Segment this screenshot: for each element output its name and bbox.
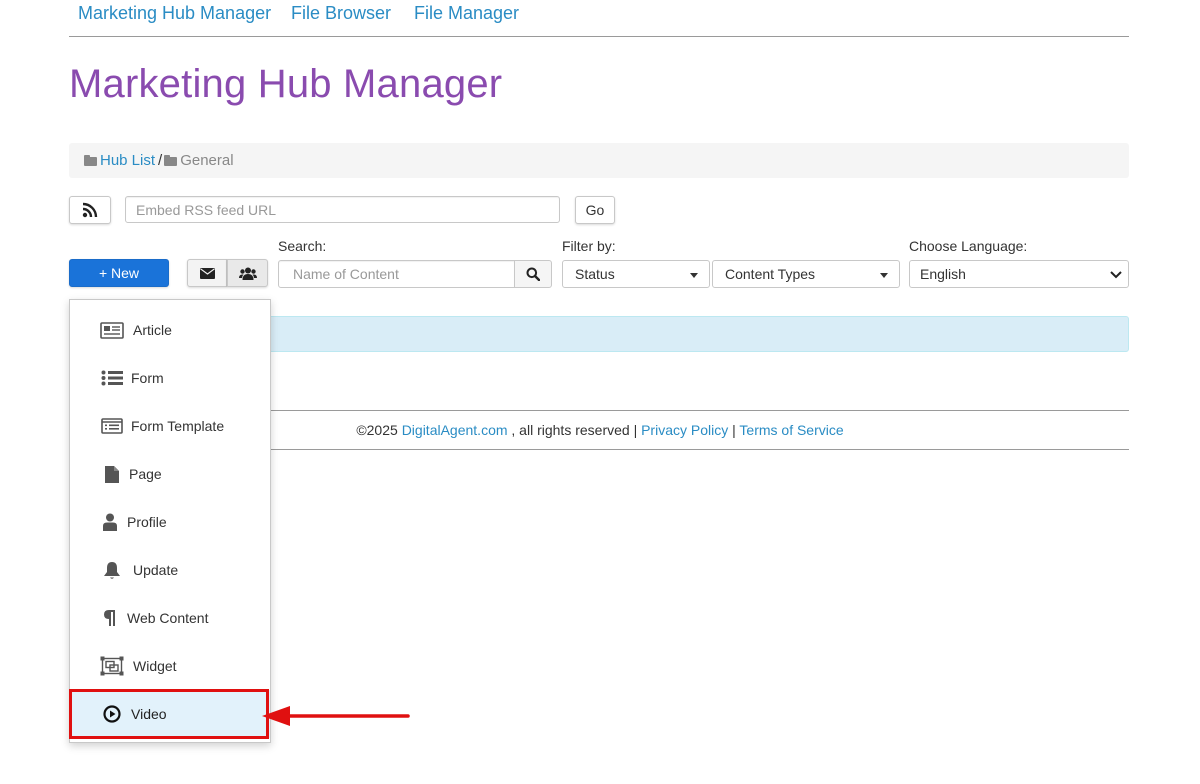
menu-item-page[interactable]: Page (70, 450, 270, 498)
go-button[interactable]: Go (575, 196, 615, 224)
breadcrumb-hub-list[interactable]: Hub List (100, 152, 155, 169)
rss-url-input[interactable]: Embed RSS feed URL (125, 196, 560, 223)
status-select-value: Status (575, 266, 615, 282)
menu-item-form-template[interactable]: Form Template (70, 402, 270, 450)
caret-down-icon (690, 273, 698, 278)
filter-label: Filter by: (562, 238, 616, 254)
folder-icon (164, 155, 178, 166)
folder-icon (84, 155, 97, 166)
breadcrumb-separator: / (158, 152, 163, 169)
language-select-value: English (920, 266, 966, 282)
menu-item-update[interactable]: Update (70, 546, 270, 594)
footer-separator: | (732, 422, 736, 438)
search-input[interactable]: Name of Content (278, 260, 515, 288)
menu-item-label: Form (131, 370, 164, 386)
menu-item-label: Form Template (131, 418, 225, 434)
menu-item-label: Profile (127, 514, 167, 530)
rss-icon (82, 202, 98, 218)
annotation-arrow-icon (262, 706, 410, 726)
nav-link-marketing-hub-manager[interactable]: Marketing Hub Manager (78, 3, 271, 24)
menu-item-label: Widget (133, 658, 177, 674)
annotation-highlight-box (69, 689, 269, 739)
language-select[interactable]: English (909, 260, 1129, 288)
page-title: Marketing Hub Manager (69, 62, 503, 106)
groups-button[interactable] (227, 259, 268, 287)
menu-item-label: Update (133, 562, 179, 578)
menu-item-widget[interactable]: Widget (70, 642, 270, 690)
terms-of-service-link[interactable]: Terms of Service (739, 422, 843, 438)
top-nav: Marketing Hub Manager File Browser File … (69, 0, 1129, 37)
bell-icon (104, 561, 120, 579)
new-button[interactable]: + New (69, 259, 169, 287)
privacy-policy-link[interactable]: Privacy Policy (641, 422, 728, 438)
menu-item-form[interactable]: Form (70, 354, 270, 402)
envelope-icon (199, 267, 215, 279)
chevron-down-icon (1110, 271, 1122, 279)
list-icon (101, 370, 123, 386)
footer-rights: , all rights reserved | (511, 422, 638, 438)
search-button[interactable] (514, 260, 552, 288)
object-group-icon (100, 656, 124, 676)
breadcrumb: Hub List / General (69, 143, 1129, 178)
menu-item-article[interactable]: Article (70, 306, 270, 354)
status-select[interactable]: Status (562, 260, 710, 288)
rss-button[interactable] (69, 196, 111, 224)
paragraph-icon (104, 610, 115, 626)
footer-site-link[interactable]: DigitalAgent.com (402, 422, 508, 438)
menu-item-label: Web Content (127, 610, 209, 626)
search-icon (526, 267, 540, 281)
file-icon (105, 465, 119, 483)
nav-link-file-browser[interactable]: File Browser (291, 3, 391, 24)
nav-link-file-manager[interactable]: File Manager (414, 3, 519, 24)
caret-down-icon (880, 273, 888, 278)
users-icon (238, 267, 257, 280)
content-types-select[interactable]: Content Types (712, 260, 900, 288)
new-content-dropdown: Article Form Form Template Page Profile (69, 299, 271, 743)
menu-item-web-content[interactable]: Web Content (70, 594, 270, 642)
user-icon (103, 513, 117, 531)
list-alt-icon (101, 418, 123, 434)
footer-copyright: ©2025 (356, 422, 398, 438)
language-label: Choose Language: (909, 238, 1028, 254)
newspaper-icon (100, 321, 124, 339)
content-types-select-value: Content Types (725, 266, 816, 282)
search-label: Search: (278, 238, 327, 254)
email-button[interactable] (187, 259, 227, 287)
menu-item-label: Page (129, 466, 162, 482)
menu-item-profile[interactable]: Profile (70, 498, 270, 546)
breadcrumb-current: General (180, 152, 234, 169)
menu-item-label: Article (133, 322, 172, 338)
